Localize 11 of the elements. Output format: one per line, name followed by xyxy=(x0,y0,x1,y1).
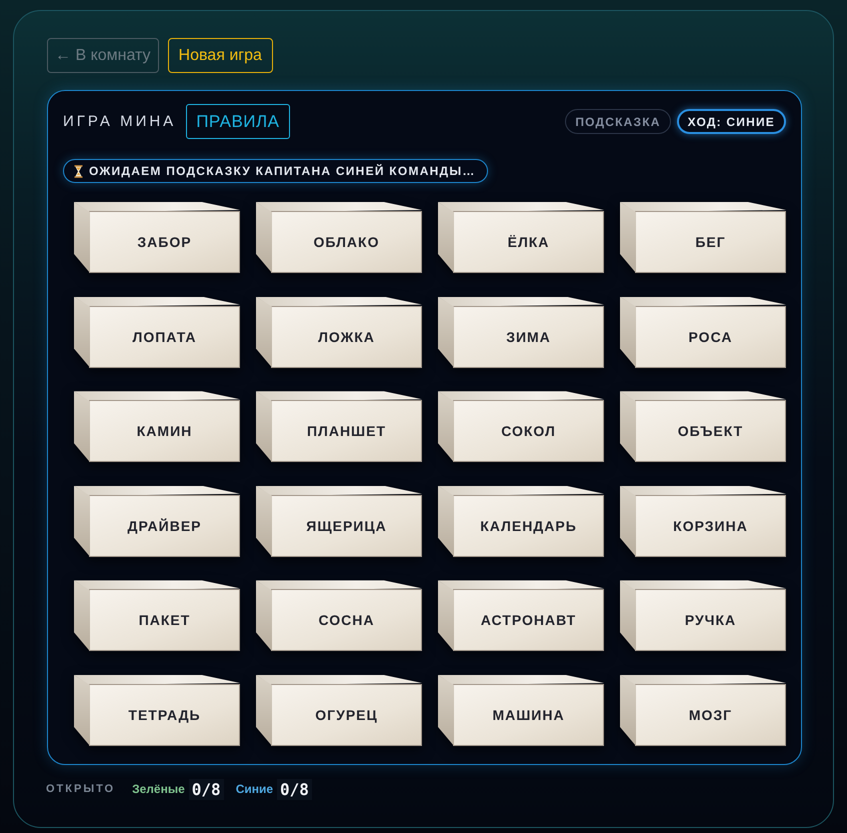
status-text: ОЖИДАЕМ ПОДСКАЗКУ КАПИТАНА СИНЕЙ КОМАНДЫ… xyxy=(89,164,476,178)
new-game-button[interactable]: Новая игра xyxy=(168,38,273,73)
turn-badge: ХОД: СИНИЕ xyxy=(676,109,786,134)
team-score: 0/8 xyxy=(188,778,224,800)
rules-button[interactable]: ПРАВИЛА xyxy=(186,104,290,139)
team-score: 0/8 xyxy=(277,778,312,800)
game-title: ИГРА МИНА xyxy=(63,113,176,130)
revealed-label: ОТКРЫТО xyxy=(46,783,116,795)
team-name: Синие xyxy=(236,782,274,796)
team-name: Зелёные xyxy=(132,782,185,796)
hourglass-icon xyxy=(74,164,83,178)
